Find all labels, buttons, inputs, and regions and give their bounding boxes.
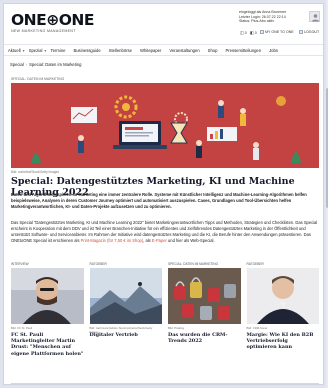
card-image: [246, 268, 319, 324]
account-icon: [260, 30, 264, 34]
nav-item-whitepaper[interactable]: Whitepaper: [136, 48, 165, 53]
nav-item-aktuell[interactable]: Aktuell: [4, 48, 25, 53]
card-image: [89, 268, 162, 324]
nav-item-stellenboerse[interactable]: Stellenbörse: [105, 48, 136, 53]
nav-item-shop[interactable]: Shop: [204, 48, 222, 53]
card-title[interactable]: Das wurden die CRM-Trends 2022: [168, 332, 241, 344]
cart-icon: ◧: [250, 30, 254, 35]
my-account-link[interactable]: MY ONE TO ONE: [260, 30, 294, 34]
breadcrumb-current: Special: Daten im Marketing: [29, 61, 82, 67]
article-body: Das Special "Datengestütztes Marketing, …: [11, 220, 318, 243]
article-card[interactable]: Ratgeber Bild: Gehrmann/Adobe Stock/sorb…: [89, 262, 163, 357]
site-logo[interactable]: ONE⊕ONE: [11, 11, 94, 29]
site-header: ONE⊕ONE New Marketing Management eingelo…: [4, 4, 323, 40]
login-info: eingeloggt als Anna Brummer Letzter Logi…: [239, 10, 299, 24]
cart-counter[interactable]: ◧ 0: [250, 30, 257, 35]
card-title[interactable]: Margie: Wie KI den B2B Vertriebserfolg o…: [247, 332, 320, 351]
epaper-link[interactable]: E-Paper: [152, 238, 167, 243]
browser-page: ONE⊕ONE New Marketing Management eingelo…: [3, 3, 324, 385]
logout-link[interactable]: LOGOUT: [299, 30, 319, 34]
nav-item-jobs[interactable]: Jobs: [265, 48, 282, 53]
print-magazine-link[interactable]: Print-Magazin (für 7,50 € im Shop): [81, 238, 144, 243]
breadcrumb: Special › Special: Daten im Marketing: [4, 60, 82, 68]
watchlist-counter[interactable]: ◫ 0: [240, 30, 247, 35]
article-card[interactable]: Interview Bild: FC St. Pauli FC St. Paul…: [11, 262, 84, 357]
watchlist-icon: ◫: [240, 30, 244, 35]
nav-item-pressemitteilungen[interactable]: Pressemitteilungen: [221, 48, 265, 53]
main-navigation: Aktuell ▾ Spezial ▾ Termine Businessguide …: [4, 44, 323, 56]
article-lead: Daten und Algorithmen spielen im Marketi…: [11, 192, 307, 209]
card-title[interactable]: FC St. Pauli Marketingleiter Martin Drus…: [11, 332, 84, 357]
user-avatar-icon[interactable]: [309, 11, 320, 22]
logout-icon: [299, 30, 303, 34]
hero-illustration: [11, 83, 319, 168]
nav-item-veranstaltungen[interactable]: Veranstaltungen: [165, 48, 203, 53]
article-topic[interactable]: Special: Daten im Marketing: [11, 77, 64, 81]
divider: [11, 383, 319, 384]
nav-item-termine[interactable]: Termine: [47, 48, 70, 53]
article-card[interactable]: Ratgeber Bild: CRM-Sonet Margie: Wie KI …: [246, 262, 320, 357]
breadcrumb-home[interactable]: Special: [10, 62, 24, 67]
login-status: Status: Plus-Abo aktiv: [239, 19, 275, 24]
card-image: [168, 268, 241, 324]
nav-item-businessguide[interactable]: Businessguide: [69, 48, 104, 53]
site-logo-subtitle: New Marketing Management: [11, 29, 76, 33]
hero-image: [11, 83, 319, 168]
related-articles: Interview Bild: FC St. Pauli FC St. Paul…: [11, 262, 319, 357]
article-card[interactable]: Special: Daten im Marketing Bild: Pixaba…: [168, 262, 241, 357]
card-image: [11, 268, 84, 324]
card-title[interactable]: Digitaler Vertrieb: [90, 332, 163, 338]
hero-image-credit: Bild: sorbetto/iStock/Getty Images: [11, 170, 60, 174]
nav-item-spezial[interactable]: Spezial: [25, 48, 47, 53]
